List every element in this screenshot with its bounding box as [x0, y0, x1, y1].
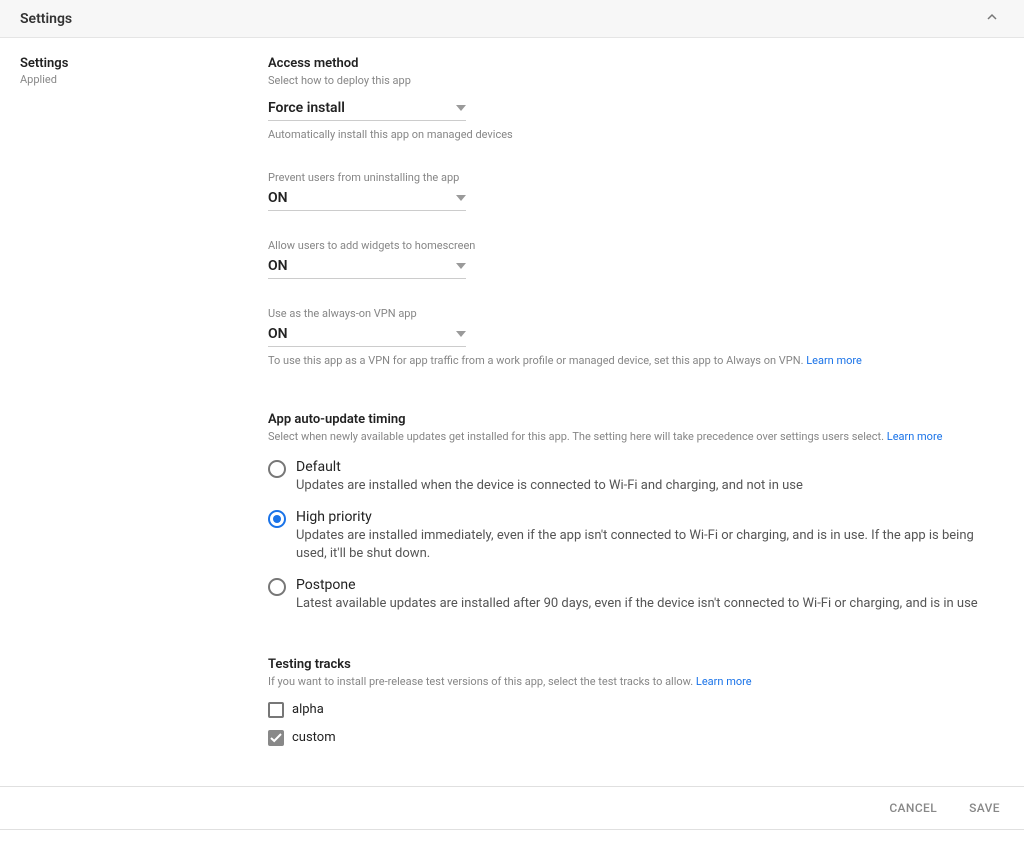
- auto-update-option[interactable]: Default Updates are installed when the de…: [268, 459, 1004, 495]
- chevron-down-icon: [456, 105, 466, 111]
- vpn-value: ON: [268, 326, 288, 342]
- testing-tracks-options: alpha custom: [268, 702, 1004, 746]
- sidebar-status: Applied: [20, 73, 268, 86]
- sidebar-title: Settings: [20, 56, 268, 71]
- access-method-value: Force install: [268, 100, 345, 116]
- auto-update-option[interactable]: High priority Updates are installed immed…: [268, 509, 1004, 563]
- chevron-down-icon: [456, 331, 466, 337]
- auto-update-title: App auto-update timing: [268, 412, 1004, 427]
- radio-icon: [268, 578, 286, 596]
- radio-label: High priority: [296, 509, 1004, 525]
- chevron-down-icon: [456, 195, 466, 201]
- radio-description: Updates are installed immediately, even …: [296, 527, 1004, 563]
- settings-header: Settings: [0, 0, 1024, 38]
- vpn-learn-more-link[interactable]: Learn more: [806, 354, 862, 367]
- testing-track-option[interactable]: custom: [268, 730, 1004, 746]
- header-title: Settings: [20, 11, 980, 27]
- radio-icon: [268, 460, 286, 478]
- widgets-label: Allow users to add widgets to homescreen: [268, 239, 1004, 252]
- vpn-hint: To use this app as a VPN for app traffic…: [268, 353, 1004, 368]
- auto-update-subtitle-text: Select when newly available updates get …: [268, 430, 884, 443]
- testing-tracks-learn-more-link[interactable]: Learn more: [696, 675, 752, 688]
- auto-update-learn-more-link[interactable]: Learn more: [887, 430, 943, 443]
- radio-label: Default: [296, 459, 1004, 475]
- checkbox-icon: [268, 702, 284, 718]
- radio-icon: [268, 510, 286, 528]
- chevron-down-icon: [456, 263, 466, 269]
- access-method-subtitle: Select how to deploy this app: [268, 73, 1004, 88]
- vpn-dropdown[interactable]: ON: [268, 322, 466, 347]
- widgets-dropdown[interactable]: ON: [268, 254, 466, 279]
- auto-update-option[interactable]: Postpone Latest available updates are ins…: [268, 577, 1004, 613]
- cancel-button[interactable]: CANCEL: [889, 801, 937, 815]
- vpn-hint-text: To use this app as a VPN for app traffic…: [268, 354, 803, 367]
- widgets-value: ON: [268, 258, 288, 274]
- prevent-uninstall-dropdown[interactable]: ON: [268, 186, 466, 211]
- sidebar: Settings Applied: [20, 56, 268, 746]
- checkbox-label: custom: [292, 730, 336, 745]
- radio-description: Latest available updates are installed a…: [296, 595, 1004, 613]
- testing-tracks-subtitle: If you want to install pre-release test …: [268, 674, 1004, 689]
- checkbox-checked-icon: [268, 730, 284, 746]
- checkbox-label: alpha: [292, 702, 324, 717]
- auto-update-options: Default Updates are installed when the de…: [268, 459, 1004, 614]
- save-button[interactable]: SAVE: [969, 801, 1000, 815]
- access-method-dropdown[interactable]: Force install: [268, 96, 466, 121]
- testing-tracks-title: Testing tracks: [268, 657, 1004, 672]
- vpn-label: Use as the always-on VPN app: [268, 307, 1004, 320]
- radio-label: Postpone: [296, 577, 1004, 593]
- footer: CANCEL SAVE: [0, 786, 1024, 830]
- access-method-hint: Automatically install this app on manage…: [268, 127, 1004, 142]
- prevent-uninstall-label: Prevent users from uninstalling the app: [268, 171, 1004, 184]
- prevent-uninstall-value: ON: [268, 190, 288, 206]
- collapse-icon[interactable]: [980, 5, 1004, 33]
- radio-description: Updates are installed when the device is…: [296, 477, 1004, 495]
- testing-tracks-subtitle-text: If you want to install pre-release test …: [268, 675, 693, 688]
- auto-update-subtitle: Select when newly available updates get …: [268, 429, 1004, 444]
- testing-track-option[interactable]: alpha: [268, 702, 1004, 718]
- access-method-title: Access method: [268, 56, 1004, 71]
